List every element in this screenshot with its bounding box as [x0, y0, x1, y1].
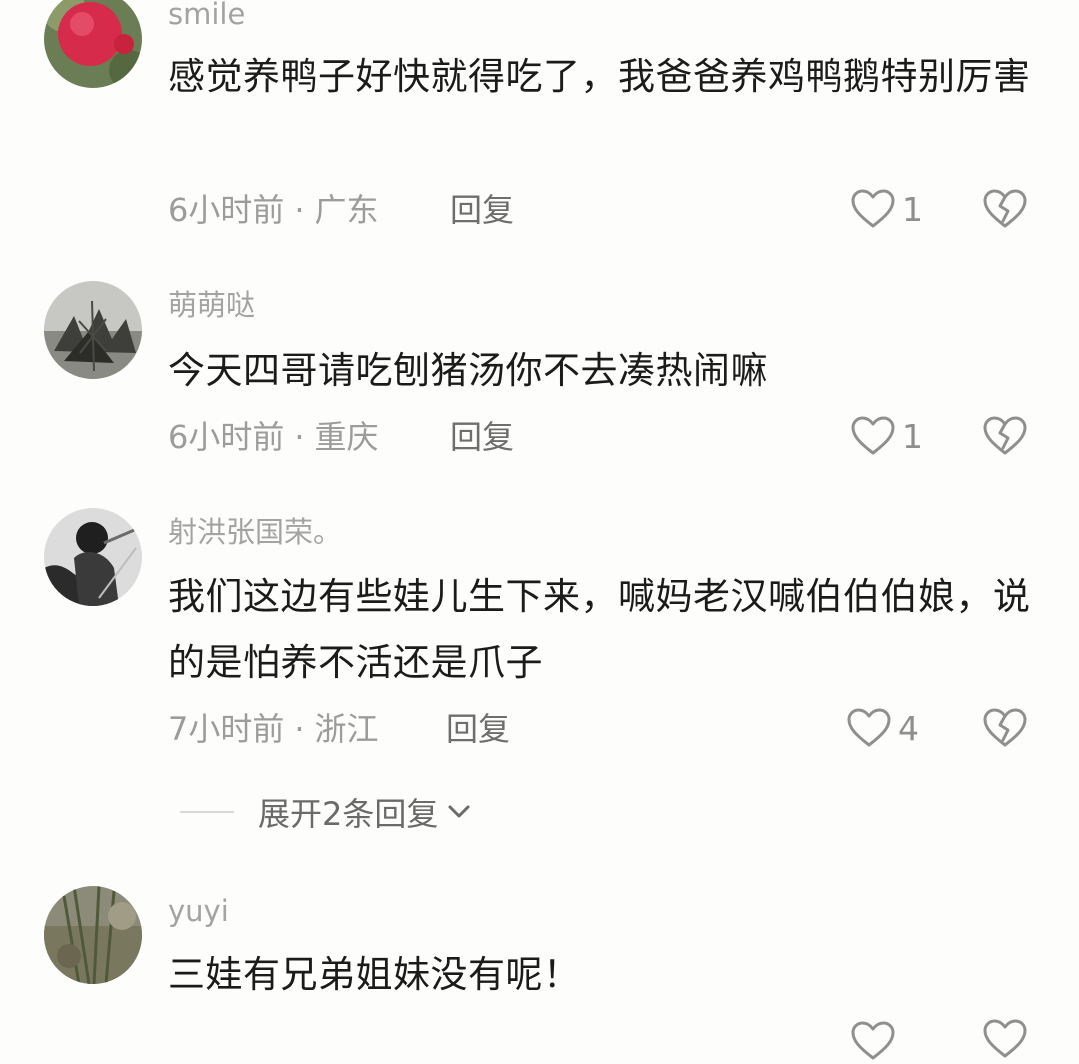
like-count: 1 — [902, 416, 923, 456]
dislike-button[interactable] — [982, 1018, 1028, 1064]
heart-outline-icon — [851, 416, 895, 455]
broken-heart-icon — [983, 189, 1027, 228]
username[interactable]: yuyi — [168, 893, 229, 929]
reply-button[interactable]: 回复 — [450, 190, 514, 230]
like-count: 1 — [902, 189, 923, 229]
broken-heart-icon — [983, 416, 1027, 455]
meta-separator: · — [294, 191, 305, 229]
comment-text: 三娃有兄弟姐妹没有呢！ — [168, 953, 581, 996]
comment-time: 7小时前 — [168, 710, 285, 748]
meta-separator: · — [294, 710, 305, 748]
avatar[interactable] — [44, 508, 142, 606]
reply-button[interactable]: 回复 — [446, 709, 510, 749]
comment-location: 浙江 — [314, 710, 379, 748]
username[interactable]: smile — [168, 0, 245, 32]
like-button[interactable]: 1 — [850, 186, 923, 232]
expand-replies-button[interactable]: 展开2条回复 — [180, 790, 474, 834]
avatar[interactable] — [44, 886, 142, 984]
like-button[interactable]: 1 — [850, 413, 923, 459]
like-button[interactable] — [850, 1018, 896, 1064]
username[interactable]: 射洪张国荣。 — [168, 514, 342, 550]
comment-meta: 6小时前 · 重庆 — [168, 417, 379, 457]
comment-text: 我们这边有些娃儿生下来，喊妈老汉喊伯伯伯娘，说的是怕养不活还是爪子 — [168, 575, 1031, 684]
username[interactable]: 萌萌哒 — [168, 287, 255, 323]
comment-text: 感觉养鸭子好快就得吃了，我爸爸养鸡鸭鹅特别厉害 — [168, 55, 1031, 98]
like-button[interactable]: 4 — [846, 705, 919, 751]
comment-location: 广东 — [314, 191, 379, 229]
broken-heart-icon — [983, 1019, 1027, 1058]
chevron-down-icon — [448, 805, 470, 818]
comment-meta: 6小时前 · 广东 — [168, 190, 379, 230]
dislike-button[interactable] — [982, 188, 1028, 234]
broken-heart-icon — [983, 708, 1027, 747]
comment-text: 今天四哥请吃刨猪汤你不去凑热闹嘛 — [168, 349, 768, 392]
avatar[interactable] — [44, 281, 142, 379]
avatar[interactable] — [44, 0, 142, 88]
reply-button[interactable]: 回复 — [450, 417, 514, 457]
heart-outline-icon — [851, 1021, 895, 1060]
dislike-button[interactable] — [982, 415, 1028, 461]
comment-location: 重庆 — [314, 418, 379, 456]
comment-meta: 7小时前 · 浙江 — [168, 709, 379, 749]
meta-separator: · — [294, 418, 305, 456]
like-count: 4 — [898, 708, 919, 748]
heart-outline-icon — [851, 189, 895, 228]
divider — [180, 811, 234, 813]
heart-outline-icon — [847, 708, 891, 747]
expand-replies-label: 展开2条回复 — [258, 795, 439, 833]
dislike-button[interactable] — [982, 707, 1028, 753]
comment-time: 6小时前 — [168, 191, 285, 229]
comment-time: 6小时前 — [168, 418, 285, 456]
